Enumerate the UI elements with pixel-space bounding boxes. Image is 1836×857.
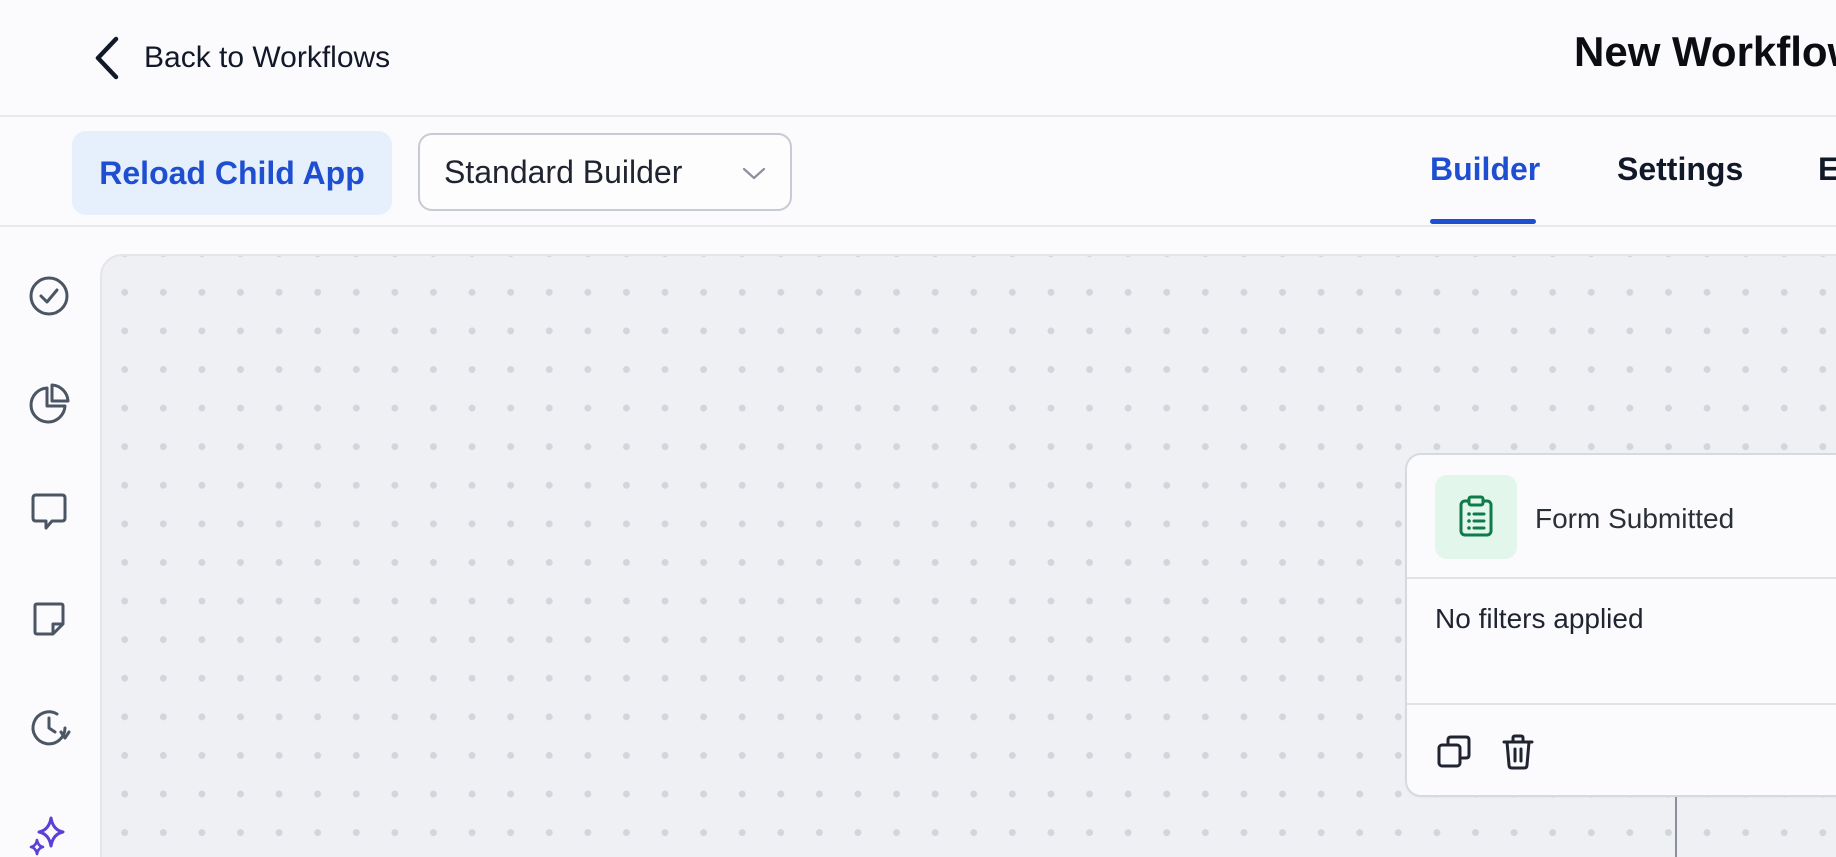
node-footer — [1407, 703, 1836, 799]
builder-select-value: Standard Builder — [444, 153, 683, 190]
chevron-down-icon — [742, 167, 766, 180]
workflow-title[interactable]: New Workflow — [1574, 28, 1836, 76]
tab-active-indicator — [1430, 219, 1536, 224]
node-filter-summary: No filters applied — [1435, 603, 1644, 634]
tab-e[interactable]: E — [1818, 151, 1836, 188]
back-to-workflows-link[interactable]: Back to Workflows — [92, 36, 390, 80]
tab-settings[interactable]: Settings — [1617, 151, 1743, 188]
chevron-left-icon — [95, 36, 119, 80]
node-title: Form Submitted — [1535, 503, 1735, 534]
node-header: Form Submitted — [1407, 455, 1836, 579]
top-header: Back to Workflows New Workflow — [0, 0, 1836, 117]
trigger-node-card[interactable]: Form Submitted No filters applied — [1405, 453, 1836, 797]
left-tool-rail — [0, 229, 100, 857]
copy-icon[interactable] — [1435, 733, 1475, 773]
builder-toolbar: Reload Child App Standard Builder Builde… — [0, 119, 1836, 227]
check-circle-icon[interactable] — [26, 273, 72, 319]
tab-builder[interactable]: Builder — [1430, 151, 1540, 188]
node-connector-line — [1675, 797, 1677, 857]
clipboard-list-icon — [1459, 495, 1493, 537]
back-link-label: Back to Workflows — [144, 41, 391, 74]
pie-chart-icon[interactable] — [26, 381, 72, 427]
node-icon-container — [1435, 475, 1517, 559]
clock-history-icon[interactable] — [26, 705, 72, 751]
chat-bubble-icon[interactable] — [26, 489, 72, 535]
trash-icon[interactable] — [1499, 733, 1539, 773]
builder-mode-select[interactable]: Standard Builder — [418, 133, 792, 211]
sticky-note-icon[interactable] — [26, 597, 72, 643]
sparkles-icon[interactable] — [26, 811, 72, 857]
reload-child-app-button[interactable]: Reload Child App — [72, 131, 392, 215]
